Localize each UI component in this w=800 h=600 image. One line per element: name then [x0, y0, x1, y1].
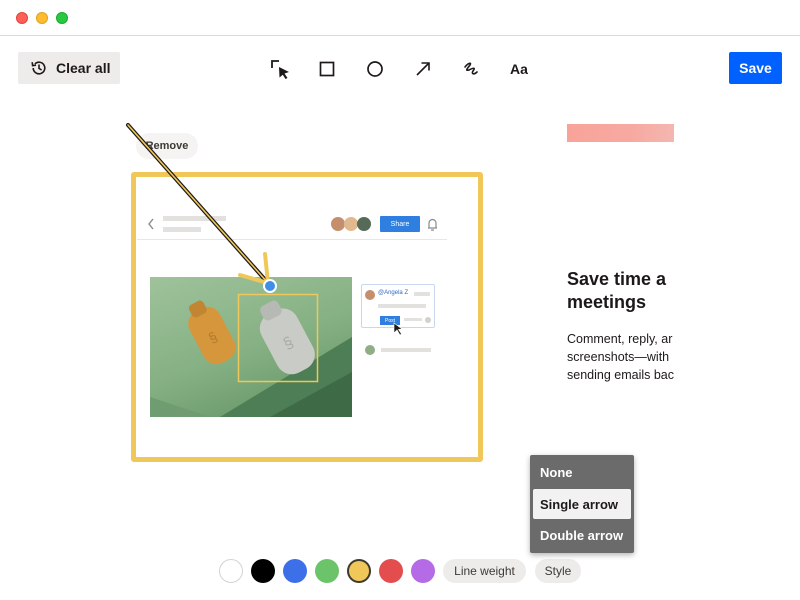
promo-title-line-2: meetings	[567, 292, 647, 312]
maximize-window-button[interactable]	[56, 12, 68, 24]
color-swatch-blue[interactable]	[283, 559, 307, 583]
save-button[interactable]: Save	[729, 52, 782, 84]
promo-body-line-2: screenshots—with	[567, 350, 670, 364]
color-swatch-black[interactable]	[251, 559, 275, 583]
close-window-button[interactable]	[16, 12, 28, 24]
select-pointer-icon	[271, 60, 289, 79]
color-swatch-yellow-selected[interactable]	[347, 559, 371, 583]
color-swatch-green[interactable]	[315, 559, 339, 583]
style-button[interactable]: Style	[535, 559, 581, 583]
color-swatch-white[interactable]	[219, 559, 243, 583]
text-tool-button[interactable]: Aa	[505, 56, 533, 82]
arrow-style-menu: None Single arrow Double arrow	[530, 455, 634, 553]
arrow-icon	[416, 62, 430, 76]
rectangle-icon	[319, 61, 335, 77]
ellipse-tool-button[interactable]	[361, 56, 389, 82]
clear-all-label: Clear all	[56, 60, 111, 76]
menu-item-double-arrow[interactable]: Double arrow	[533, 520, 631, 550]
menu-item-single-arrow[interactable]: Single arrow	[533, 489, 631, 519]
promo-text: Save time a meetings Comment, reply, ar …	[567, 268, 674, 398]
line-weight-button[interactable]: Line weight	[443, 559, 526, 583]
circle-icon	[367, 61, 383, 77]
promo-body-line-1: Comment, reply, ar	[567, 332, 673, 346]
squiggle-pen-icon	[464, 62, 478, 75]
promo-title-line-1: Save time a	[567, 269, 667, 289]
clear-all-button[interactable]: Clear all	[18, 52, 120, 84]
history-icon	[31, 61, 46, 75]
rectangle-tool-button[interactable]	[313, 56, 341, 82]
bottles-illustration: § §	[150, 300, 352, 417]
freehand-tool-button[interactable]	[457, 56, 485, 82]
select-tool-button[interactable]	[266, 56, 294, 82]
color-swatch-purple[interactable]	[411, 559, 435, 583]
promo-body-line-3: sending emails bac	[567, 368, 674, 382]
arrow-tool-button[interactable]	[409, 56, 437, 82]
mock-comment-author: @Angela Z	[378, 290, 409, 296]
menu-item-none[interactable]: None	[533, 457, 631, 487]
color-swatch-red[interactable]	[379, 559, 403, 583]
mock-share-button: Share	[380, 216, 420, 232]
mock-post-button: Post	[380, 316, 400, 325]
minimize-window-button[interactable]	[36, 12, 48, 24]
window-titlebar	[0, 0, 800, 36]
product-photo: § §	[150, 277, 352, 417]
remove-annotation-button[interactable]: Remove	[136, 133, 198, 159]
promo-banner	[567, 124, 674, 142]
